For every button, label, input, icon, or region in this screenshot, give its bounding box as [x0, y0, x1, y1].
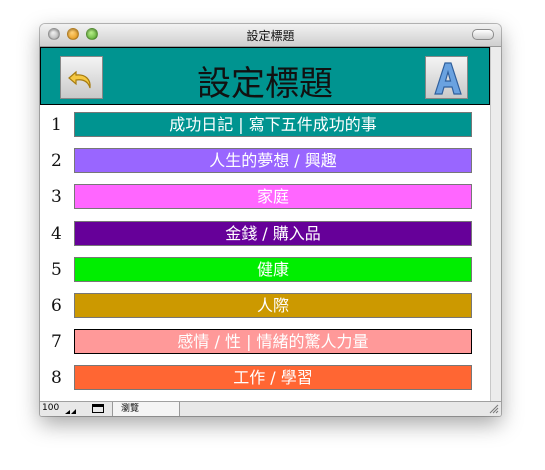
row-number: 4 [51, 224, 62, 244]
font-settings-button[interactable] [425, 56, 468, 99]
row-number: 5 [51, 260, 62, 280]
window-title: 設定標題 [246, 29, 295, 43]
zoom-icon[interactable] [64, 405, 90, 415]
category-button-emotions[interactable]: 感情 / 性 | 情緒的驚人力量 [74, 329, 472, 354]
row-number: 8 [51, 368, 62, 388]
list-item: 1 成功日記 | 寫下五件成功的事 [40, 112, 490, 138]
category-button-relationships[interactable]: 人際 [74, 293, 472, 318]
category-button-money[interactable]: 金錢 / 購入品 [74, 221, 472, 246]
mode-label[interactable]: 瀏覽 [112, 402, 180, 416]
title-bar: 設定標題 [40, 24, 501, 47]
status-area-toggle-icon[interactable] [92, 404, 104, 413]
list-item: 2 人生的夢想 / 興趣 [40, 148, 490, 174]
list-item: 7 感情 / 性 | 情緒的驚人力量 [40, 329, 490, 355]
list-item: 6 人際 [40, 293, 490, 319]
list-item: 4 金錢 / 購入品 [40, 221, 490, 247]
header-banner: 設定標題 [40, 47, 490, 105]
vertical-scrollbar[interactable] [490, 47, 501, 401]
zoom-level[interactable]: 100 [42, 403, 59, 413]
category-button-success-diary[interactable]: 成功日記 | 寫下五件成功的事 [74, 112, 472, 137]
status-bar: 100 瀏覽 [40, 401, 501, 416]
row-number: 1 [51, 115, 62, 135]
toolbar-toggle-button[interactable] [472, 29, 494, 40]
list-item: 5 健康 [40, 257, 490, 283]
row-number: 6 [51, 296, 62, 316]
app-window: 設定標題 設定標題 1 成功日記 | 寫下五件成功的事 2 人生的夢想 / 興趣… [40, 24, 501, 416]
category-button-work[interactable]: 工作 / 學習 [74, 365, 472, 390]
category-button-family[interactable]: 家庭 [74, 184, 472, 209]
page-title: 設定標題 [197, 64, 333, 104]
list-item: 8 工作 / 學習 [40, 365, 490, 391]
row-number: 2 [51, 151, 62, 171]
row-number: 7 [51, 332, 62, 352]
resize-grip-icon[interactable] [489, 404, 499, 414]
font-a-icon [434, 62, 462, 95]
list-item: 3 家庭 [40, 184, 490, 210]
category-button-health[interactable]: 健康 [74, 257, 472, 282]
row-number: 3 [51, 187, 62, 207]
category-button-dreams[interactable]: 人生的夢想 / 興趣 [74, 148, 472, 173]
